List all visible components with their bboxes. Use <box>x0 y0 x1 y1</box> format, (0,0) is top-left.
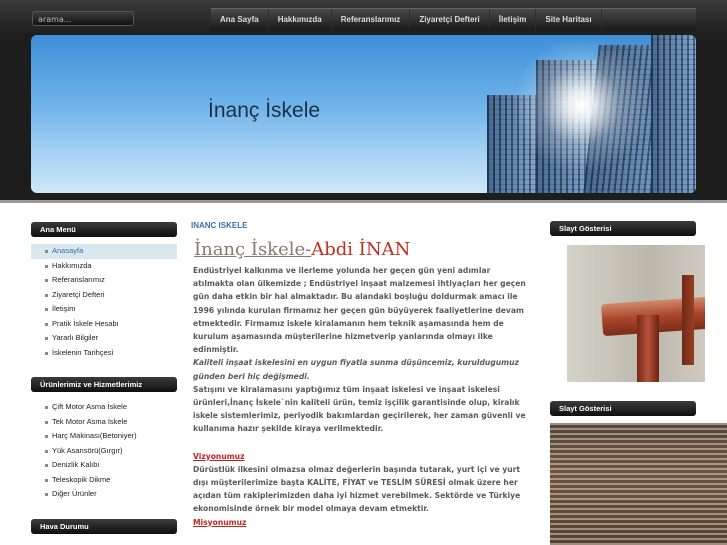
nav-referanslarimiz[interactable]: Referanslarımız <box>332 9 411 30</box>
products-title: Ürünlerimiz ve Hizmetlerimiz <box>31 377 177 392</box>
product-denizlik-kalibi[interactable]: Denizlik Kalıbı <box>31 458 177 473</box>
menu-item-iskelenin-tarihcesi[interactable]: İskelenin Tarihçesi <box>31 346 177 361</box>
menu-item-anasayfa[interactable]: Anasayfa <box>31 244 177 259</box>
site-title: İnanç İskele <box>208 99 321 122</box>
slideshow-2-image[interactable] <box>550 423 727 545</box>
heading-company: İnanç İskele- <box>194 239 312 260</box>
nav-site-haritasi[interactable]: Site Haritası <box>536 9 602 30</box>
nav-hakkimizda[interactable]: Hakkımızda <box>269 9 332 30</box>
nav-ana-sayfa[interactable]: Ana Sayfa <box>211 9 269 30</box>
product-teleskopik-dikme[interactable]: Teleskopik Dikme <box>31 473 177 488</box>
page-heading: İnanç İskele-Abdi İNAN <box>194 239 410 260</box>
product-diger-urunler[interactable]: Diğer Ürünler <box>31 487 177 502</box>
product-harc-makinasi[interactable]: Harç Makinası(Betoniyer) <box>31 429 177 444</box>
heading-owner: Abdi İNAN <box>311 239 411 260</box>
menu-item-ziyaretci-defteri[interactable]: Ziyaretçi Defteri <box>31 288 177 303</box>
header-banner: İnanç İskele <box>31 35 696 193</box>
breadcrumb: INANC ISKELE <box>191 221 248 230</box>
weather-title: Hava Durumu <box>31 519 177 534</box>
nav-ziyaretci-defteri[interactable]: Ziyaretçi Defteri <box>410 9 490 30</box>
slideshow-2-title: Slayt Gösterisi <box>550 401 696 416</box>
scaffold-pipe-image <box>637 315 659 382</box>
products-menu: Çift Motor Asma İskele Tek Motor Asma İs… <box>31 400 177 502</box>
product-cift-motor-asma-iskele[interactable]: Çift Motor Asma İskele <box>31 400 177 415</box>
scaffold-stack-image <box>550 423 727 545</box>
quality-statement: Kaliteli inşaat iskelesini en uygun fiya… <box>193 358 519 381</box>
menu-item-hakkimizda[interactable]: Hakkımızda <box>31 259 177 274</box>
top-navigation: Ana Sayfa Hakkımızda Referanslarımız Ziy… <box>211 8 696 30</box>
product-tek-motor-asma-iskele[interactable]: Tek Motor Asma İskele <box>31 415 177 430</box>
main-menu-title: Ana Menü <box>31 222 177 237</box>
scaffold-clamp-image <box>682 275 694 365</box>
menu-item-pratik-iskele-hesabi[interactable]: Pratik İskele Hesabı <box>31 317 177 332</box>
search-input[interactable]: arama... <box>32 11 134 26</box>
menu-item-referanslarimiz[interactable]: Referanslarımız <box>31 273 177 288</box>
product-yuk-asansoru[interactable]: Yük Asansörü(Gırgır) <box>31 444 177 459</box>
nav-iletisim[interactable]: İletişim <box>490 9 537 30</box>
header-divider <box>0 200 727 203</box>
main-menu: Anasayfa Hakkımızda Referanslarımız Ziya… <box>31 244 177 360</box>
vision-text: Dürüstlük ilkesini olmazsa olmaz değerle… <box>193 464 521 514</box>
slideshow-1-image[interactable] <box>567 245 705 382</box>
slideshow-1-title: Slayt Gösterisi <box>550 221 696 236</box>
mission-link[interactable]: Misyonumuz <box>193 516 531 529</box>
products-paragraph: Satışını ve kiralamasını yaptığımız tüm … <box>193 384 526 434</box>
menu-item-yararli-bilgiler[interactable]: Yararlı Bilgiler <box>31 331 177 346</box>
article-body: Endüstriyel kalkınma ve ilerleme yolunda… <box>193 264 531 529</box>
vision-link[interactable]: Vizyonumuz <box>193 450 531 463</box>
menu-item-iletisim[interactable]: İletişim <box>31 302 177 317</box>
intro-paragraph: Endüstriyel kalkınma ve ilerleme yolunda… <box>193 266 526 355</box>
